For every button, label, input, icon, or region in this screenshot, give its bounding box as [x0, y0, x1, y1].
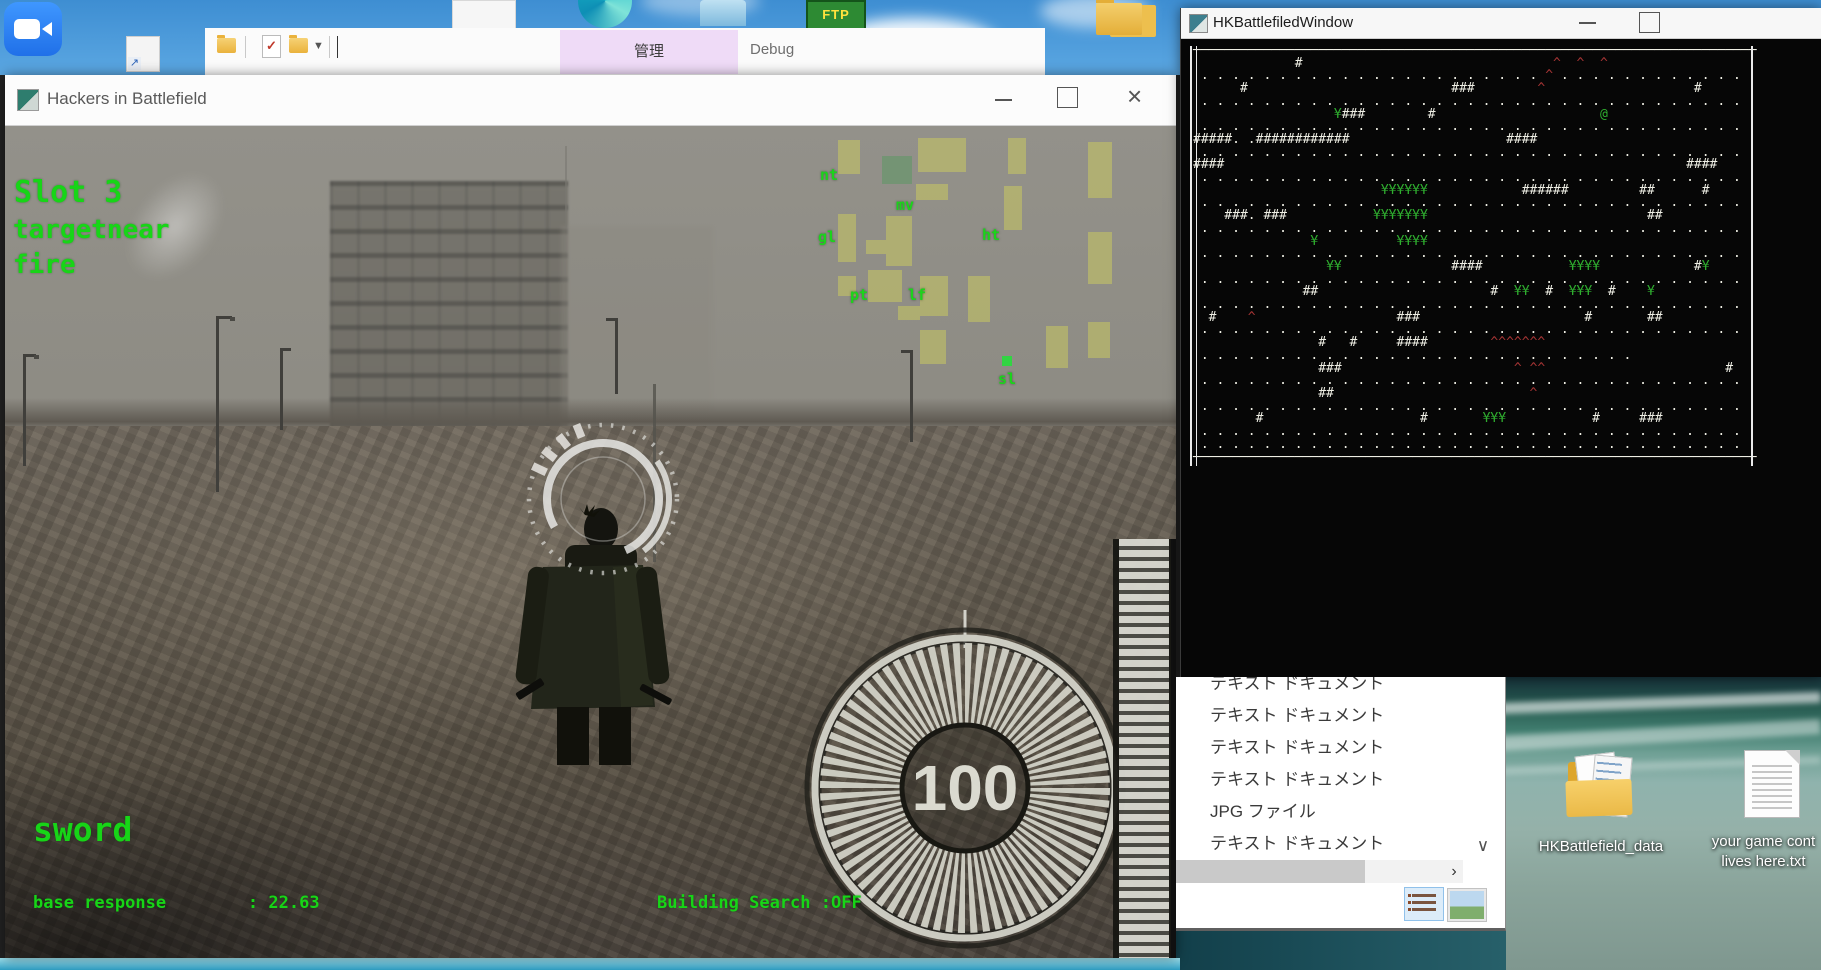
ascii-map-line: ────────────────────────────────────────…: [1193, 449, 1757, 465]
file-row[interactable]: テキスト ドキュメント: [1210, 828, 1461, 860]
details-view-icon: [1408, 894, 1436, 914]
explorer-file-panel: テキスト ドキュメント テキスト ドキュメント テキスト ドキュメント テキスト ドキ…: [1176, 677, 1506, 931]
desktop-wallpaper-sea-dark: [1176, 928, 1506, 970]
file-row[interactable]: JPG ファイル: [1210, 796, 1461, 828]
hud-weapon: sword: [33, 810, 133, 849]
hud-slot: Slot 3: [14, 175, 123, 210]
folder-icon[interactable]: [217, 35, 236, 53]
folder-icon-hkbattlefield-data[interactable]: [1565, 751, 1633, 818]
camera-icon: [14, 19, 40, 39]
desktop-icon-label[interactable]: your game cont lives here.txt: [1706, 832, 1821, 872]
street-lamp: [216, 316, 219, 492]
street-lamp-arm: [901, 350, 912, 353]
scroll-right-arrow[interactable]: ›: [1444, 860, 1464, 883]
antenna-mast: [565, 146, 567, 228]
properties-check-icon[interactable]: ✓: [262, 35, 281, 58]
street-lamp-head: [230, 317, 235, 321]
hud-targetnear: targetnear: [13, 215, 170, 245]
desktop-screen: ↗ FTP ✓ ▼ 管理 Debug HKBattlefield_data yo…: [0, 0, 1821, 970]
maximize-button[interactable]: [1057, 87, 1078, 108]
game-titlebar[interactable]: Hackers in Battlefield ×: [5, 75, 1176, 126]
target-reticle: [526, 422, 680, 576]
shortcut-arrow-icon: ↗: [128, 57, 141, 70]
explorer-ribbon-band: ✓ ▼ 管理 Debug: [205, 28, 1045, 76]
game-window: 100 Slot 3 targetnear fire sword base re…: [5, 75, 1176, 958]
street-lamp-arm: [606, 318, 617, 321]
street-lamp: [910, 350, 913, 442]
tab-manage[interactable]: 管理: [560, 30, 738, 74]
separator: [329, 36, 330, 58]
minimize-button[interactable]: [1579, 22, 1596, 24]
ascii-map-right-border: [1751, 46, 1753, 466]
console-window-title: HKBattlefiledWindow: [1213, 14, 1354, 31]
horizontal-scrollbar[interactable]: [1176, 860, 1463, 883]
maximize-button[interactable]: [1639, 12, 1660, 33]
ascii-map: ────────────────────────────────────────…: [1193, 44, 1757, 465]
vertical-stripe-gauge: [1113, 539, 1176, 958]
hud-fire: fire: [13, 250, 76, 280]
text-file-lines: [1752, 765, 1792, 809]
file-row[interactable]: テキスト ドキュメント: [1210, 764, 1461, 796]
hud-base-response: base response : 22.63: [33, 893, 320, 913]
minimize-button[interactable]: [995, 99, 1012, 101]
folder-pair-icon[interactable]: [1096, 0, 1142, 35]
folder-icon[interactable]: [289, 35, 308, 53]
explorer-window-title: Debug: [750, 41, 795, 58]
game-scene: 100: [5, 126, 1176, 958]
desktop-icon-label[interactable]: HKBattlefield_data: [1534, 838, 1668, 855]
view-thumbnails-button[interactable]: [1447, 888, 1487, 922]
console-app-icon: [1189, 14, 1208, 33]
file-row[interactable]: テキスト ドキュメント: [1210, 700, 1461, 732]
street-lamp: [280, 348, 283, 430]
text-file-icon[interactable]: [1744, 750, 1800, 818]
view-details-button[interactable]: [1404, 887, 1444, 921]
file-row[interactable]: テキスト ドキュメント: [1210, 677, 1461, 700]
street-lamp-head: [34, 355, 39, 359]
camera-lens-icon: [42, 22, 52, 36]
app-icon[interactable]: [700, 0, 746, 26]
file-row[interactable]: テキスト ドキュメント: [1210, 732, 1461, 764]
close-button[interactable]: ×: [1127, 83, 1142, 109]
zoom-app-icon[interactable]: [4, 2, 62, 56]
hud-building-search: Building Search :OFF: [657, 893, 862, 913]
browser-swirl-icon[interactable]: [578, 0, 632, 28]
game-window-title: Hackers in Battlefield: [47, 89, 207, 108]
scrollbar-thumb[interactable]: [1176, 860, 1365, 883]
console-window: HKBattlefiledWindow ────────────────────…: [1180, 8, 1821, 677]
street-lamp: [615, 318, 618, 394]
console-titlebar[interactable]: HKBattlefiledWindow: [1181, 8, 1821, 39]
ftp-app-icon[interactable]: FTP: [806, 0, 866, 28]
desktop-wallpaper-sea: [0, 958, 1180, 970]
text-cursor: [337, 36, 338, 58]
dropdown-caret-icon[interactable]: ▼: [313, 40, 324, 52]
scroll-down-arrow[interactable]: ∨: [1470, 833, 1496, 859]
street-lamp-arm: [280, 348, 291, 351]
street-lamp: [23, 354, 26, 466]
desktop-shortcut-icon[interactable]: ↗: [126, 36, 160, 72]
game-app-icon: [17, 89, 39, 111]
gauge-value: 100: [912, 752, 1019, 824]
ascii-map-left-border: [1190, 46, 1197, 466]
document-icon[interactable]: [452, 0, 516, 29]
separator: [245, 36, 246, 58]
file-list: テキスト ドキュメント テキスト ドキュメント テキスト ドキュメント テキスト ドキ…: [1210, 677, 1461, 860]
folder-front: [1565, 778, 1633, 818]
